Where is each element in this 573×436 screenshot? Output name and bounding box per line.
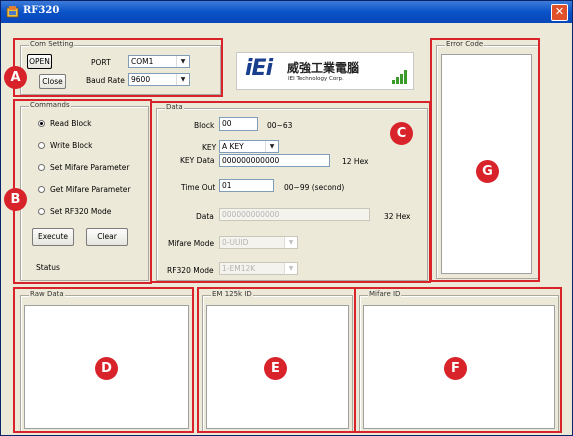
company-logo: iEi 威強工業電腦 IEI Technology Corp.: [236, 52, 414, 90]
callout-badge-c: C: [390, 122, 413, 145]
callout-badge-b: B: [4, 188, 27, 211]
logo-english-name: IEI Technology Corp.: [288, 76, 344, 82]
bar-chart-icon: [392, 70, 407, 84]
title-bar: RF320 ✕: [1, 1, 572, 23]
callout-frame-c: [150, 101, 431, 283]
callout-badge-d: D: [95, 357, 118, 380]
app-icon: [6, 6, 19, 18]
callout-badge-a: A: [4, 66, 27, 89]
window-title: RF320: [23, 5, 60, 16]
callout-frame-a: [13, 38, 223, 97]
callout-badge-g: G: [476, 160, 499, 183]
close-window-button[interactable]: ✕: [551, 4, 568, 21]
logo-brand: iEi: [245, 56, 273, 81]
callout-frame-b: [13, 99, 152, 284]
callout-badge-f: F: [444, 357, 467, 380]
logo-chinese-name: 威強工業電腦: [287, 61, 360, 75]
callout-badge-e: E: [264, 357, 287, 380]
